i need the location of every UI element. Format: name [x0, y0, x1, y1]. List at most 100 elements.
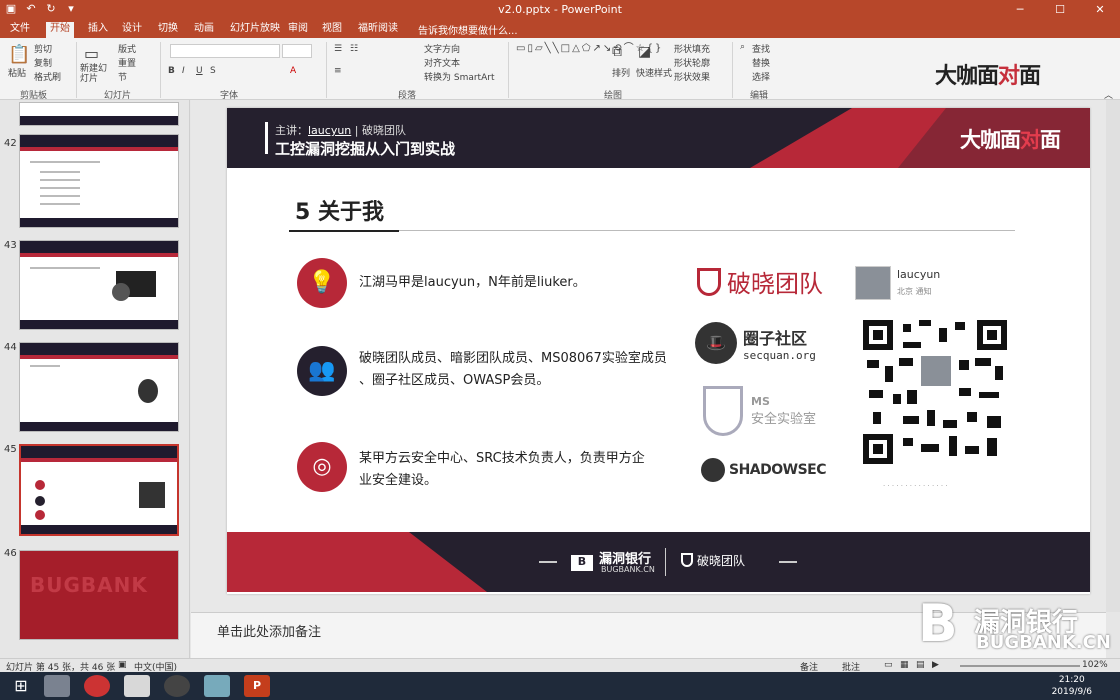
- font-size-select[interactable]: [282, 44, 312, 58]
- italic-icon[interactable]: I: [182, 66, 185, 76]
- copy-button[interactable]: 复制: [34, 56, 52, 69]
- slide-thumbnail[interactable]: BUGBANK: [19, 550, 179, 640]
- bold-icon[interactable]: B: [168, 66, 175, 76]
- system-clock: 21:20 2019/9/6: [1051, 675, 1092, 697]
- app-icon[interactable]: [44, 675, 70, 697]
- find-button[interactable]: 查找: [752, 42, 770, 55]
- wechat-icon[interactable]: [204, 675, 230, 697]
- numbering-icon[interactable]: ☷: [350, 44, 358, 54]
- status-bar: 幻灯片 第 45 张，共 46 张 ▣ 中文(中国) 备注 批注 ▭ ▦ ▤ ▶…: [0, 658, 1120, 673]
- tab-transitions[interactable]: 切换: [154, 22, 182, 38]
- align-left-icon[interactable]: ≡: [334, 66, 342, 76]
- section-button[interactable]: 节: [118, 70, 127, 83]
- paste-icon[interactable]: 📋: [8, 44, 30, 65]
- shield-icon: [703, 386, 743, 436]
- bullet-text: 江湖马甲是laucyun，N年前是liuker。: [359, 275, 586, 290]
- font-color-icon[interactable]: A: [290, 66, 296, 76]
- ribbon-divider: [160, 42, 161, 98]
- section-title: 5 关于我: [295, 200, 384, 225]
- slide-number: 42: [4, 138, 17, 149]
- slide-number: 46: [4, 548, 17, 559]
- slide-banner: 主讲：laucyun | 破晓团队 工控漏洞挖掘从入门到实战 大咖面对面: [227, 108, 1090, 168]
- normal-view-icon[interactable]: ▭: [884, 660, 893, 670]
- slide-thumbnail[interactable]: [19, 342, 179, 432]
- convert-smartart-button[interactable]: 转换为 SmartArt: [424, 70, 494, 83]
- ribbon-divider: [76, 42, 77, 98]
- tab-file[interactable]: 文件: [6, 22, 34, 38]
- maximize-icon[interactable]: ☐: [1040, 0, 1080, 20]
- powerpoint-icon[interactable]: P: [244, 675, 270, 697]
- footer-team: 破晓团队: [681, 552, 745, 569]
- sorter-view-icon[interactable]: ▦: [900, 660, 909, 670]
- tab-animations[interactable]: 动画: [190, 22, 218, 38]
- banner-logo: 大咖面对面: [960, 128, 1061, 152]
- slide-thumbnail-selected[interactable]: [19, 444, 179, 536]
- slide-thumbnail[interactable]: [19, 134, 179, 228]
- close-icon[interactable]: ✕: [1080, 0, 1120, 20]
- shape-outline-button[interactable]: 形状轮廓: [674, 56, 710, 69]
- quick-styles-button[interactable]: 快速样式: [636, 66, 672, 79]
- zoom-level[interactable]: 102%: [1082, 660, 1108, 670]
- tab-foxit[interactable]: 福昕阅读: [354, 22, 402, 38]
- bullets-icon[interactable]: ☰: [334, 44, 342, 54]
- host-line: 主讲：laucyun | 破晓团队: [275, 124, 406, 137]
- cut-button[interactable]: 剪切: [34, 42, 52, 55]
- avatar: [855, 266, 891, 300]
- ribbon-divider: [508, 42, 509, 98]
- quick-styles-icon[interactable]: ◪: [638, 44, 651, 60]
- notes-placeholder[interactable]: 单击此处添加备注: [217, 621, 321, 640]
- ribbon-tabs: 文件 开始 插入 设计 切换 动画 幻灯片放映 审阅 视图 福昕阅读 告诉我你想…: [0, 20, 1120, 38]
- search-icon[interactable]: ⌕: [740, 42, 745, 52]
- arrange-button[interactable]: 排列: [612, 66, 630, 79]
- shadow-icon[interactable]: S: [210, 66, 216, 76]
- app-icon[interactable]: [124, 675, 150, 697]
- slide-footer: B 漏洞银行 BUGBANK.CN 破晓团队: [227, 532, 1090, 592]
- font-name-select[interactable]: [170, 44, 280, 58]
- align-text-button[interactable]: 对齐文本: [424, 56, 460, 69]
- select-button[interactable]: 选择: [752, 70, 770, 83]
- secquan-logo: 🎩 圈子社区 secquan.org: [695, 322, 816, 364]
- ribbon-divider: [732, 42, 733, 98]
- minimize-icon[interactable]: ─: [1000, 0, 1040, 20]
- shield-icon: [697, 267, 721, 296]
- qr-code: [863, 320, 1007, 464]
- text-direction-button[interactable]: 文字方向: [424, 42, 460, 55]
- window-title: v2.0.pptx - PowerPoint: [498, 3, 622, 16]
- underline-icon[interactable]: U: [196, 66, 203, 76]
- bugbank-thumb-title: BUGBANK: [30, 573, 148, 597]
- current-slide[interactable]: 主讲：laucyun | 破晓团队 工控漏洞挖掘从入门到实战 大咖面对面 5 关…: [227, 108, 1090, 594]
- shapes-gallery[interactable]: ▭▯▱╲╲□△⬠↗↘⟲⌒☆{}: [516, 42, 661, 82]
- ms08067-logo: MS 安全实验室: [703, 386, 816, 436]
- format-painter-button[interactable]: 格式刷: [34, 70, 61, 83]
- replace-button[interactable]: 替换: [752, 56, 770, 69]
- obs-icon[interactable]: [164, 675, 190, 697]
- target-icon: ◎: [297, 442, 347, 492]
- tab-design[interactable]: 设计: [118, 22, 146, 38]
- course-title: 工控漏洞挖掘从入门到实战: [275, 140, 456, 158]
- slide-thumbnail[interactable]: [19, 240, 179, 330]
- reset-button[interactable]: 重置: [118, 56, 136, 69]
- tab-insert[interactable]: 插入: [84, 22, 112, 38]
- arrange-icon[interactable]: ⧉: [612, 44, 622, 60]
- reading-view-icon[interactable]: ▤: [916, 660, 925, 670]
- shape-effects-button[interactable]: 形状效果: [674, 70, 710, 83]
- tab-home[interactable]: 开始: [46, 22, 74, 38]
- divider-accent: [289, 230, 399, 232]
- slide-number: 45: [4, 444, 17, 455]
- vertical-scrollbar[interactable]: [1106, 100, 1120, 612]
- start-icon[interactable]: ⊞: [8, 675, 34, 697]
- browser-icon[interactable]: [84, 675, 110, 697]
- new-slide-button[interactable]: 新建幻灯片: [80, 64, 110, 84]
- new-slide-icon[interactable]: ▭: [84, 44, 99, 63]
- spellcheck-icon[interactable]: ▣: [118, 660, 127, 670]
- shape-fill-button[interactable]: 形状填充: [674, 42, 710, 55]
- tell-me-box[interactable]: 告诉我你想要做什么...: [418, 22, 518, 37]
- tab-review[interactable]: 审阅: [284, 22, 312, 38]
- slide-thumbnail[interactable]: [19, 102, 179, 126]
- layout-button[interactable]: 版式: [118, 42, 136, 55]
- slideshow-view-icon[interactable]: ▶: [932, 660, 939, 670]
- paste-button[interactable]: 粘贴: [8, 66, 26, 79]
- tab-slideshow[interactable]: 幻灯片放映: [226, 22, 284, 38]
- tab-view[interactable]: 视图: [318, 22, 346, 38]
- zoom-slider[interactable]: [960, 665, 1080, 667]
